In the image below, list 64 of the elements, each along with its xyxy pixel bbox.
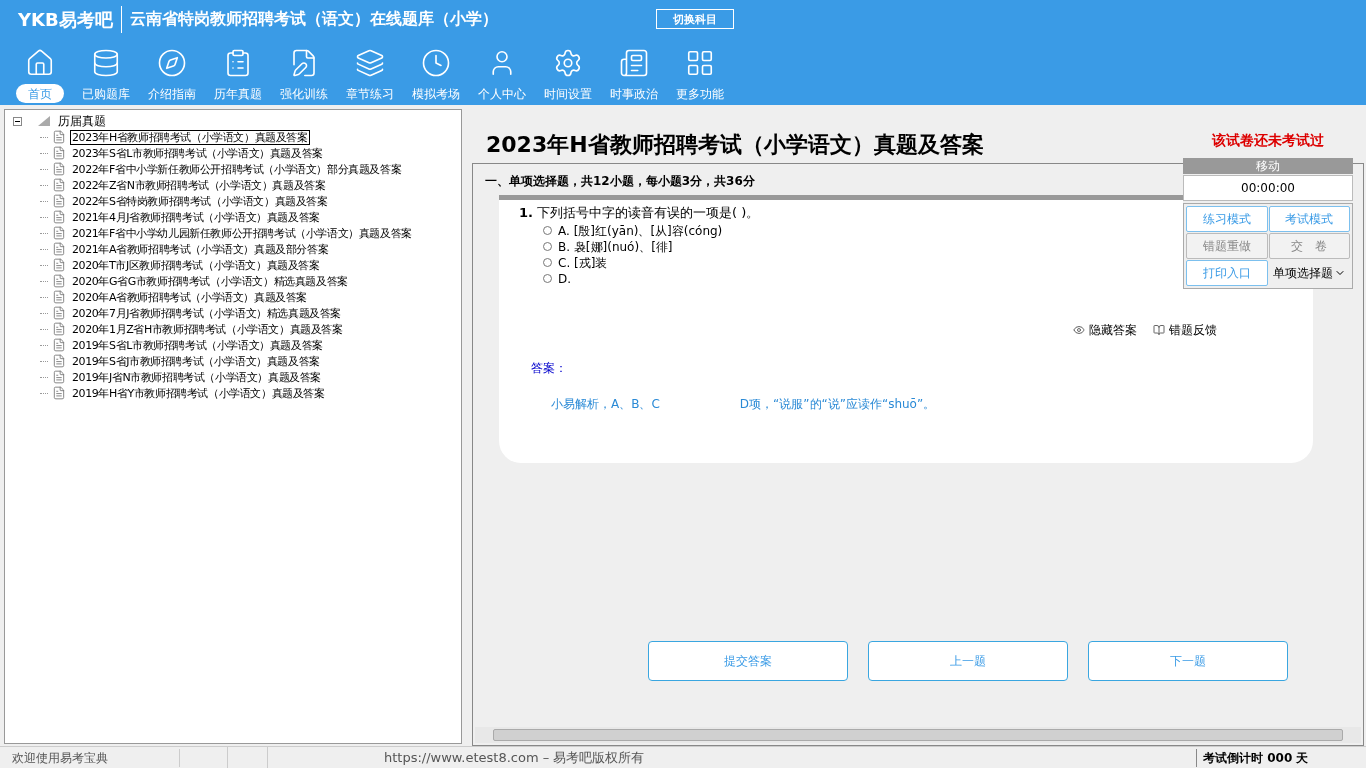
paper-title: 2023年H省教师招聘考试（小学语文）真题及答案 xyxy=(486,131,984,159)
compass-icon[interactable] xyxy=(156,48,187,78)
document-icon xyxy=(52,386,66,400)
tree-item[interactable]: 2022年S省特岗教师招聘考试（小学语文）真题及答案 xyxy=(70,194,330,208)
document-icon xyxy=(52,194,66,208)
document-icon xyxy=(52,322,66,336)
option-text[interactable]: B. 袅[娜](nuó)、[徘] xyxy=(558,237,673,256)
tree-item[interactable]: 2020年T市J区教师招聘考试（小学语文）真题及答案 xyxy=(70,258,322,272)
answer-label: 答案： xyxy=(531,360,567,375)
analysis-text: 小易解析，A、B、C xyxy=(551,395,660,413)
book-icon xyxy=(1153,323,1165,336)
report-error-button[interactable]: 错题反馈 xyxy=(1153,320,1217,339)
document-icon xyxy=(52,290,66,304)
option-text[interactable]: A. [殷]红(yān)、[从]容(cóng) xyxy=(558,221,723,240)
tree-item[interactable]: 2021年A省教师招聘考试（小学语文）真题及部分答案 xyxy=(70,242,331,256)
document-icon xyxy=(52,146,66,160)
tree-item[interactable]: 2019年H省Y市教师招聘考试（小学语文）真题及答案 xyxy=(70,386,327,400)
app-title: 云南省特岗教师招聘考试（语文）在线题库（小学） xyxy=(128,8,498,30)
tree-item[interactable]: 2021年4月J省教师招聘考试（小学语文）真题及答案 xyxy=(70,210,322,224)
hide-answer-button[interactable]: 隐藏答案 xyxy=(1073,320,1137,339)
document-icon xyxy=(52,226,66,240)
document-icon xyxy=(52,370,66,384)
document-icon xyxy=(52,210,66,224)
document-icon xyxy=(52,274,66,288)
horizontal-scrollbar[interactable] xyxy=(475,727,1361,743)
copyright-text: https://www.etest8.com – 易考吧版权所有 xyxy=(384,748,645,767)
timer-display: 00:00:00 xyxy=(1183,175,1353,201)
tree-item[interactable]: 2020年7月J省教师招聘考试（小学语文）精选真题及答案 xyxy=(70,306,344,320)
tree-item[interactable]: 2023年S省L市教师招聘考试（小学语文）真题及答案 xyxy=(70,146,325,160)
option-text[interactable]: D. xyxy=(558,269,572,288)
tree-item[interactable]: 2022年Z省N市教师招聘考试（小学语文）真题及答案 xyxy=(70,178,328,192)
tree-item[interactable]: 2020年G省G市教师招聘考试（小学语文）精选真题及答案 xyxy=(70,274,350,288)
tree-item[interactable]: 2020年A省教师招聘考试（小学语文）真题及答案 xyxy=(70,290,309,304)
tree-root[interactable]: 历届真题 xyxy=(58,112,106,130)
document-icon xyxy=(52,306,66,320)
question-type-dropdown[interactable]: 单项选择题 xyxy=(1268,260,1350,286)
section-heading: 一、单项选择题，共12小题，每小题3分，共36分 xyxy=(485,174,755,188)
newspaper-icon[interactable] xyxy=(618,48,649,78)
tree-item[interactable]: 2020年1月Z省H市教师招聘考试（小学语文）真题及答案 xyxy=(70,322,345,336)
clock-icon[interactable] xyxy=(420,48,451,78)
document-icon xyxy=(52,354,66,368)
collapse-toggle[interactable] xyxy=(13,116,22,126)
eye-icon xyxy=(1073,323,1085,336)
document-icon xyxy=(52,178,66,192)
tree-item[interactable]: 2019年J省N市教师招聘考试（小学语文）真题及答案 xyxy=(70,370,324,384)
question-number: 1. xyxy=(519,204,533,222)
tree-item[interactable]: 2019年S省L市教师招聘考试（小学语文）真题及答案 xyxy=(70,338,325,352)
question-text: 下列括号中字的读音有误的一项是( )。 xyxy=(537,204,760,222)
document-icon xyxy=(52,162,66,176)
document-icon xyxy=(52,338,66,352)
analysis-text: D项，“说服”的“说”应读作“shuō”。 xyxy=(739,395,936,413)
option-text[interactable]: C. [戎]装 xyxy=(558,253,608,272)
document-icon xyxy=(52,258,66,272)
exam-status: 该试卷还未考试过 xyxy=(1212,131,1324,150)
tree-item[interactable]: 2023年H省教师招聘考试（小学语文）真题及答案 xyxy=(70,129,310,145)
countdown-text: 考试倒计时 000 天 xyxy=(1196,748,1366,767)
tree-item[interactable]: 2019年S省J市教师招聘考试（小学语文）真题及答案 xyxy=(70,354,322,368)
document-icon xyxy=(52,130,66,144)
tree-item[interactable]: 2021年F省中小学幼儿园新任教师公开招聘考试（小学语文）真题及答案 xyxy=(70,226,414,240)
layers-icon[interactable] xyxy=(354,48,385,78)
document-icon xyxy=(52,242,66,256)
tree-item[interactable]: 2022年F省中小学新任教师公开招聘考试（小学语文）部分真题及答案 xyxy=(70,162,404,176)
app-logo: YKB易考吧 xyxy=(18,5,122,33)
welcome-text: 欢迎使用易考宝典 xyxy=(0,748,180,767)
